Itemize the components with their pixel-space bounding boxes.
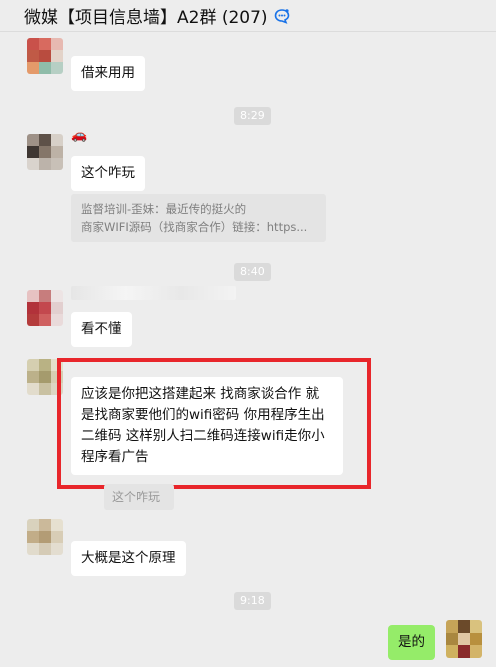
message-text: 大概是这个原理	[81, 550, 176, 566]
timestamp-text: 8:40	[240, 265, 265, 278]
message-bubble[interactable]: 借来用用	[71, 56, 145, 91]
message-bubble[interactable]: 应该是你把这搭建起来 找商家谈合作 就 是找商家要他们的wifi密码 你用程序生…	[71, 377, 343, 475]
message-bubble[interactable]: 大概是这个原理	[71, 541, 186, 576]
avatar-image	[27, 38, 63, 74]
quoted-text: 这个咋玩	[112, 490, 161, 504]
timestamp-text: 8:29	[240, 109, 265, 122]
message-bubble[interactable]: 看不懂	[71, 312, 132, 347]
timestamp: 9:18	[234, 592, 271, 610]
message-line: 程序看广告	[81, 449, 149, 465]
quoted-message[interactable]: 这个咋玩	[104, 484, 174, 510]
quote-line: 监督培训-歪妹：最近传的挺火的	[81, 202, 247, 216]
message-line: 二维码 这样别人扫二维码连接wifi走你小	[81, 428, 325, 444]
avatar-image	[27, 519, 63, 555]
message-text: 是的	[398, 634, 425, 650]
message-bubble[interactable]: 这个咋玩	[71, 156, 145, 191]
avatar[interactable]	[27, 519, 63, 555]
message-text: 这个咋玩	[81, 165, 135, 181]
message-text: 借来用用	[81, 65, 135, 81]
message-line: 应该是你把这搭建起来 找商家谈合作 就	[81, 386, 320, 402]
sender-name	[71, 286, 236, 300]
quoted-link-card[interactable]: 监督培训-歪妹：最近传的挺火的 商家WIFI源码（找商家合作）链接：https.…	[71, 194, 326, 242]
quote-line: 商家WIFI源码（找商家合作）链接：https...	[81, 220, 308, 234]
car-emoji-icon: 🚗	[71, 128, 88, 143]
timestamp-text: 9:18	[240, 594, 265, 607]
avatar-image	[27, 134, 63, 170]
message-text: 看不懂	[81, 321, 122, 337]
avatar[interactable]	[27, 38, 63, 74]
timestamp: 8:40	[234, 263, 271, 281]
chat-title-bar: 微媒【项目信息墙】A2群 (207)	[0, 0, 496, 32]
message-line: 是找商家要他们的wifi密码 你用程序生出	[81, 407, 325, 423]
avatar[interactable]	[27, 134, 63, 170]
avatar[interactable]	[27, 290, 63, 326]
chat-title: 微媒【项目信息墙】A2群 (207)	[24, 8, 268, 28]
self-message-bubble[interactable]: 是的	[388, 625, 435, 660]
avatar-image	[446, 620, 482, 658]
self-avatar[interactable]	[446, 620, 482, 658]
group-chat-icon[interactable]	[274, 8, 290, 24]
timestamp: 8:29	[234, 107, 271, 125]
avatar-image	[27, 290, 63, 326]
